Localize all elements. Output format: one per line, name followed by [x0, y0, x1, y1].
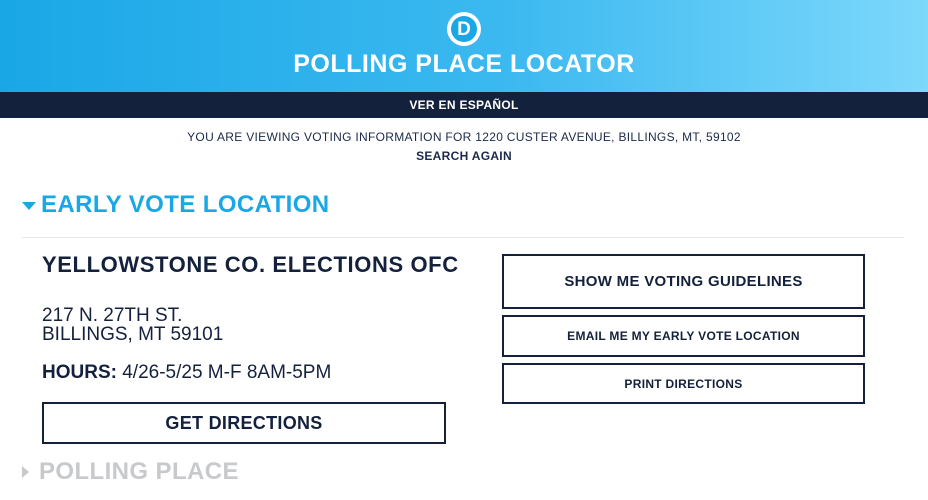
logo-letter: D	[451, 16, 477, 42]
page-title: POLLING PLACE LOCATOR	[293, 50, 635, 78]
polling-place-section-toggle[interactable]: POLLING PLACE	[22, 458, 239, 486]
democratic-party-logo-icon: D	[447, 12, 481, 46]
hours-label: HOURS:	[42, 362, 117, 383]
print-directions-button[interactable]: PRINT DIRECTIONS	[502, 363, 865, 404]
caret-down-icon	[22, 202, 36, 210]
early-vote-section-title: EARLY VOTE LOCATION	[41, 191, 330, 218]
polling-place-section-title: POLLING PLACE	[39, 458, 239, 485]
address-line-1: 217 N. 27TH ST.	[42, 305, 183, 326]
hours-row: HOURS: 4/26-5/25 M-F 8AM-5PM	[42, 362, 331, 384]
early-vote-section-toggle[interactable]: EARLY VOTE LOCATION	[22, 191, 330, 219]
location-name: YELLOWSTONE CO. ELECTIONS OFC	[42, 252, 459, 277]
caret-right-icon	[22, 466, 29, 478]
viewing-address-text: YOU ARE VIEWING VOTING INFORMATION FOR 1…	[187, 130, 741, 144]
hours-value: 4/26-5/25 M-F 8AM-5PM	[122, 362, 332, 383]
spanish-language-link[interactable]: VER EN ESPAÑOL	[0, 92, 928, 118]
get-directions-button[interactable]: GET DIRECTIONS	[42, 402, 446, 444]
header-banner: D POLLING PLACE LOCATOR	[0, 0, 928, 92]
search-again-link[interactable]: SEARCH AGAIN	[0, 149, 928, 163]
show-voting-guidelines-button[interactable]: SHOW ME VOTING GUIDELINES	[502, 254, 865, 309]
address-line-2: BILLINGS, MT 59101	[42, 324, 224, 345]
email-early-vote-location-button[interactable]: EMAIL ME MY EARLY VOTE LOCATION	[502, 315, 865, 357]
section-divider	[22, 237, 904, 238]
